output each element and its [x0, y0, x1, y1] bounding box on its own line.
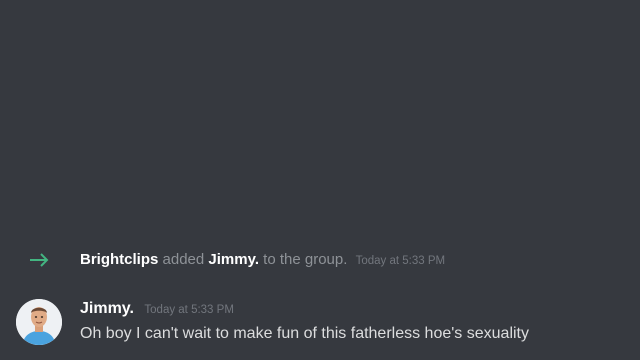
chat-message: Jimmy. Today at 5:33 PM Oh boy I can't w… — [0, 296, 640, 356]
system-message-text: Brightclips added Jimmy. to the group. T… — [80, 250, 445, 271]
system-message-member-added: Brightclips added Jimmy. to the group. T… — [0, 248, 640, 272]
message-author-username[interactable]: Jimmy. — [80, 300, 134, 317]
system-target-username[interactable]: Jimmy. — [208, 251, 259, 268]
system-actor-username[interactable]: Brightclips — [80, 251, 158, 268]
message-content: Oh boy I can't wait to make fun of this … — [80, 325, 529, 342]
avatar-image — [16, 299, 62, 345]
message-timestamp: Today at 5:33 PM — [144, 304, 234, 316]
arrow-right-icon — [30, 253, 49, 267]
chat-messages-area: Brightclips added Jimmy. to the group. T… — [0, 0, 640, 360]
system-verb: added — [162, 251, 205, 268]
message-header: Jimmy. Today at 5:33 PM — [80, 299, 234, 320]
system-suffix: to the group. — [263, 251, 348, 268]
system-message-timestamp: Today at 5:33 PM — [355, 255, 446, 267]
avatar[interactable] — [16, 299, 62, 345]
